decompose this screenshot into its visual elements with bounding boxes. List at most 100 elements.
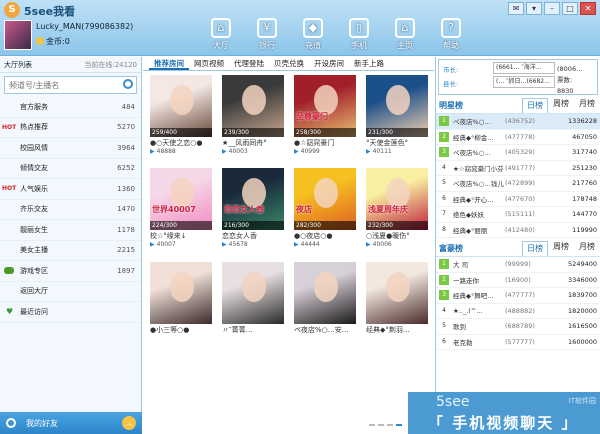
room-card[interactable]: 恋恋女人香 216/300 恋恋女人香 ▶ 45678 <box>222 168 284 248</box>
room-thumbnail[interactable] <box>294 262 356 324</box>
rank-row[interactable]: 8 经典◆°丽丽 (412480) 119990 <box>436 223 600 238</box>
maximize-button[interactable]: □ <box>562 2 578 15</box>
tab-item[interactable]: 开设房间 <box>309 57 349 70</box>
nav-hall[interactable]: ⌂ 大厅 <box>198 18 244 51</box>
mobile-video-banner[interactable]: 5see 「 手机视频聊天 」 IT软件园 <box>408 392 600 434</box>
mayor-value[interactable]: (6661… ″海洋… <box>493 62 555 74</box>
message-icon[interactable]: ✉ <box>508 2 524 15</box>
page-dot[interactable] <box>387 424 393 426</box>
page-dot[interactable] <box>378 424 384 426</box>
hall-sidebar: 大厅列表 当前在线:24120 官方服务484HOT热点推荐5270校园风情39… <box>0 57 142 434</box>
room-name[interactable]: 〃″菁菁… <box>222 325 284 335</box>
category-item[interactable]: HOT 热点推荐 5270 <box>0 118 141 138</box>
rank-tab[interactable]: 周榜 <box>548 98 574 113</box>
nav-help[interactable]: ? 帮助 <box>428 18 474 51</box>
room-name[interactable]: 经典◆°荆羽… <box>366 325 428 335</box>
room-thumbnail[interactable]: 231/300 <box>366 75 428 137</box>
category-item[interactable]: ♥ 最近访问 <box>0 302 141 323</box>
rank-row[interactable]: 7 绝色◆妖妖 (515111) 144770 <box>436 207 600 223</box>
channel-search-input[interactable] <box>5 77 136 93</box>
room-card[interactable]: ●小三等○● <box>150 262 212 335</box>
room-thumbnail[interactable]: 夜店 282/300 <box>294 168 356 230</box>
nav-mobile[interactable]: ▯ 手机 <box>336 18 382 51</box>
room-thumbnail[interactable]: 浅夏周年庆 232/300 <box>366 168 428 230</box>
rank-row[interactable]: 1 大 司 (99999) 5249400 <box>436 257 600 273</box>
room-card[interactable]: 〃″菁菁… <box>222 262 284 335</box>
nav-homepage[interactable]: ⌂ 主页 <box>382 18 428 51</box>
rank-tab[interactable]: 月榜 <box>574 98 600 113</box>
rank-row[interactable]: 5 歌到 (688789) 1616500 <box>436 319 600 335</box>
my-friends-bar[interactable]: 我的好友 ︿ <box>0 412 142 434</box>
room-card[interactable]: 世界40007 224/300 校☆°缘来↓ ▶ 40007 <box>150 168 212 248</box>
category-item[interactable]: 靓丽女生 1178 <box>0 220 141 241</box>
rank-row[interactable]: 2 一路走你 (16900) 3346000 <box>436 273 600 288</box>
rank-id: (412480) <box>505 225 535 234</box>
rank-row[interactable]: 3 经典◆°舞吧… (477777) 1839700 <box>436 288 600 304</box>
room-name[interactable]: ペ夜店%○…安… <box>294 325 356 335</box>
room-card[interactable]: ペ夜店%○…安… <box>294 262 356 335</box>
rank-tab[interactable]: 周榜 <box>548 241 574 256</box>
tab-item[interactable]: 网页视频 <box>189 57 229 70</box>
room-card[interactable]: 至尊豪门 258/300 ●☆窈窕豪门 ▶ 40999 <box>294 75 356 155</box>
category-item[interactable]: 游戏专区 1897 <box>0 261 141 282</box>
room-id-value: 45678 <box>228 241 248 248</box>
rank-row[interactable]: 3 ペ夜店%○… (405329) 317740 <box>436 145 600 161</box>
rank-tab[interactable]: 日榜 <box>522 98 548 113</box>
room-name[interactable]: ●☆窈窕豪门 <box>294 138 356 148</box>
rank-row[interactable]: 4 ★☆窈窕豪门小芬 (491777) 251230 <box>436 161 600 176</box>
nav-bank[interactable]: ¥ 银行 <box>244 18 290 51</box>
category-item[interactable]: HOT 人气娱乐 1360 <box>0 179 141 200</box>
rank-row[interactable]: 2 经典◆°柳金… (477778) 467050 <box>436 130 600 145</box>
room-thumbnail[interactable]: 259/400 <box>150 75 212 137</box>
rank-row[interactable]: 1 ペ夜店%○… (436752) 1336228 <box>436 114 600 130</box>
rank-row[interactable]: 6 经典◆°开心… (477670) 178748 <box>436 192 600 207</box>
room-name[interactable]: ●小三等○● <box>150 325 212 335</box>
room-thumbnail[interactable]: 239/300 <box>222 75 284 137</box>
search-icon[interactable] <box>123 79 133 89</box>
hot-badge: HOT <box>2 185 17 193</box>
room-card[interactable]: 经典◆°荆羽… <box>366 262 428 335</box>
room-name[interactable]: ●○夜店○● <box>294 231 356 241</box>
room-name[interactable]: 恋恋女人香 <box>222 231 284 241</box>
room-name[interactable]: °天使金莲色° <box>366 138 428 148</box>
tab-item[interactable]: 贝壳兑换 <box>269 57 309 70</box>
room-card[interactable]: 259/400 ●○天使之恋○● ▶ 48888 <box>150 75 212 155</box>
room-card[interactable]: 231/300 °天使金莲色° ▶ 40111 <box>366 75 428 155</box>
room-thumbnail[interactable]: 至尊豪门 258/300 <box>294 75 356 137</box>
category-item[interactable]: 校园风情 3964 <box>0 138 141 159</box>
room-card[interactable]: 夜店 282/300 ●○夜店○● ▶ 44444 <box>294 168 356 248</box>
rank-row[interactable]: 5 ペ夜店%○…钱儿 (472899) 217760 <box>436 176 600 192</box>
room-name[interactable]: ★__风雨同舟° <box>222 138 284 148</box>
page-dot[interactable] <box>369 424 375 426</box>
tab-item[interactable]: 代理登陆 <box>229 57 269 70</box>
nav-recharge[interactable]: ◆ 充值 <box>290 18 336 51</box>
room-thumbnail[interactable] <box>366 262 428 324</box>
room-thumbnail[interactable]: 世界40007 224/300 <box>150 168 212 230</box>
room-thumbnail[interactable] <box>150 262 212 324</box>
category-item[interactable]: 官方服务 484 <box>0 97 141 118</box>
category-item[interactable]: 倾情交友 6252 <box>0 159 141 179</box>
expand-up-icon[interactable]: ︿ <box>122 416 136 430</box>
room-name[interactable]: ●○天使之恋○● <box>150 138 212 148</box>
rank-row[interactable]: 6 老克勒 (577777) 1600000 <box>436 335 600 350</box>
room-thumbnail[interactable]: 恋恋女人香 216/300 <box>222 168 284 230</box>
tab-item[interactable]: 新手上路 <box>349 57 389 70</box>
rank-tab[interactable]: 月榜 <box>574 241 600 256</box>
room-name[interactable]: ○浅夏●暖伤° <box>366 231 428 241</box>
room-name[interactable]: 校☆°缘来↓ <box>150 231 212 241</box>
page-dot[interactable] <box>396 424 402 426</box>
category-item[interactable]: 返回大厅 <box>0 282 141 302</box>
rank-tab[interactable]: 日榜 <box>522 241 548 256</box>
rank-row[interactable]: 4 ★.._.(^… (488882) 1820000 <box>436 304 600 319</box>
county-value[interactable]: (… ″抓日…(6682… <box>493 76 555 88</box>
close-button[interactable]: ✕ <box>580 2 596 15</box>
user-avatar[interactable] <box>4 20 32 50</box>
room-thumbnail[interactable] <box>222 262 284 324</box>
menu-dropdown-button[interactable]: ▾ <box>526 2 542 15</box>
room-card[interactable]: 浅夏周年庆 232/300 ○浅夏●暖伤° ▶ 40006 <box>366 168 428 248</box>
room-card[interactable]: 239/300 ★__风雨同舟° ▶ 40003 <box>222 75 284 155</box>
category-item[interactable]: 美女主播 2215 <box>0 241 141 261</box>
category-item[interactable]: 齐乐交友 1470 <box>0 200 141 220</box>
tab-item[interactable]: 推荐房间 <box>149 57 189 70</box>
minimize-button[interactable]: – <box>544 2 560 15</box>
